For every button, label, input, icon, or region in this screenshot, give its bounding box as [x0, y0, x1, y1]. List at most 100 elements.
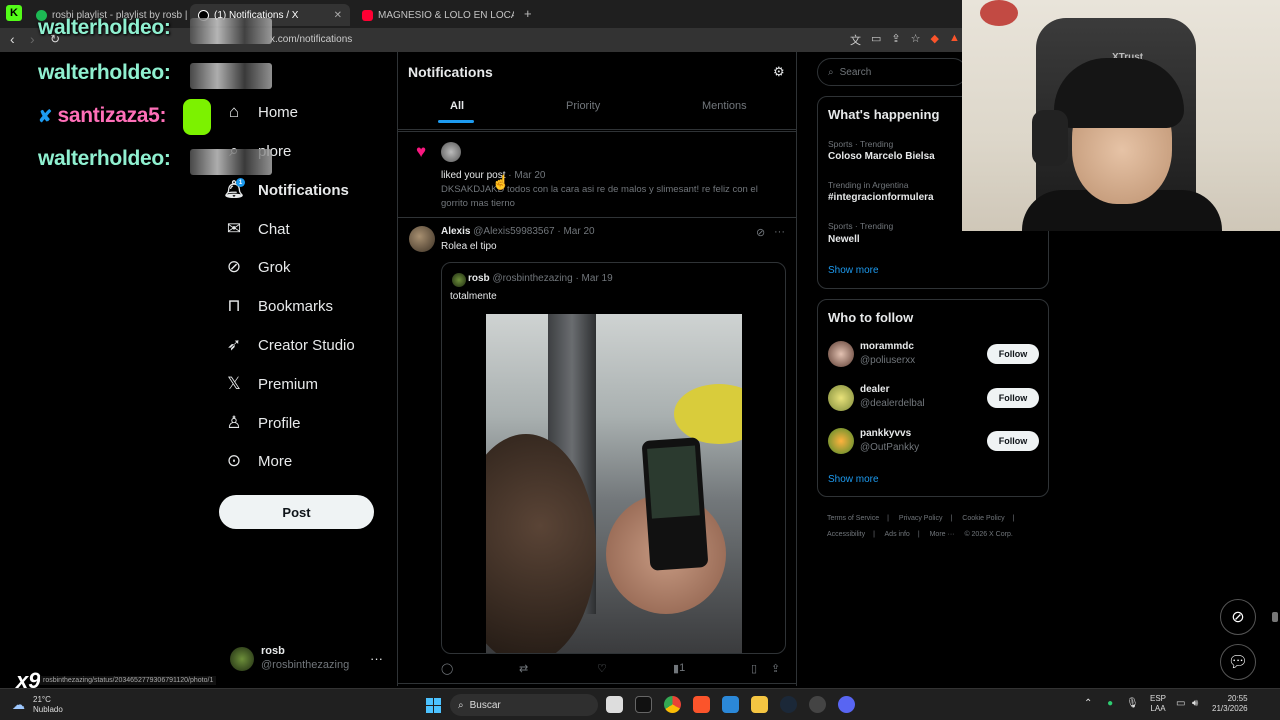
sidebar-item-chat[interactable]: ✉ Chat [224, 217, 290, 241]
avatar[interactable] [409, 226, 435, 252]
account-handle: @rosbinthezazing [261, 659, 350, 671]
app-icon[interactable] [809, 696, 826, 713]
volume-icon[interactable]: 🔊︎ [1192, 698, 1198, 709]
taskbar-search-label: Buscar [469, 699, 501, 711]
trend-item[interactable]: Coloso Marcelo Bielsa [828, 151, 935, 162]
follow-suggestion-name[interactable]: morammdc [860, 341, 914, 352]
sidebar-item-bookmarks[interactable]: ⊓ Bookmarks [224, 294, 333, 318]
steam-icon[interactable] [780, 696, 797, 713]
brave-shield-icon[interactable]: ◆ [931, 32, 939, 48]
file-app-icon[interactable] [606, 696, 623, 713]
time: 20:55 [1227, 694, 1248, 703]
sidebar-item-profile[interactable]: ♙ Profile [224, 411, 300, 435]
translate-icon[interactable]: 文 [850, 32, 861, 48]
follow-suggestion-name[interactable]: dealer [860, 384, 889, 395]
sidebar-item-label: Bookmarks [258, 297, 334, 315]
reply-icon[interactable]: ◯ [441, 662, 453, 675]
more-icon[interactable]: ··· [774, 226, 785, 238]
account-switcher[interactable]: rosb @rosbinthezazing ··· [230, 645, 390, 677]
tab-priority[interactable]: Priority [566, 100, 600, 112]
footer-link[interactable]: More ··· [930, 531, 955, 538]
browser-tab-youtube[interactable]: MAGNESIO & LOLO EN LOCAL SI [354, 4, 514, 26]
bookmark-icon[interactable]: ▯ [751, 662, 757, 675]
chat-emote-image [190, 63, 272, 89]
forward-icon[interactable]: › [30, 31, 35, 47]
hand-cursor-icon: ☝ [492, 174, 510, 190]
sidebar-item-home[interactable]: ⌂ Home [224, 100, 298, 124]
chat-fab-icon[interactable]: 💬︎ [1220, 644, 1256, 680]
back-icon[interactable]: ‹ [10, 31, 15, 47]
tab-all[interactable]: All [450, 100, 464, 112]
scrollbar[interactable] [1272, 612, 1278, 622]
show-more-link[interactable]: Show more [828, 474, 879, 485]
language-indicator[interactable]: ESP LAA [1150, 694, 1166, 714]
sidebar-item-premium[interactable]: 𝕏 Premium [224, 372, 318, 396]
avatar[interactable] [828, 385, 854, 411]
more-icon[interactable]: ··· [370, 651, 383, 666]
weather-widget[interactable]: 21°C Nublado [33, 695, 63, 715]
footer-link[interactable]: Accessibility [827, 531, 865, 538]
chrome-icon[interactable] [664, 696, 681, 713]
retweet-icon[interactable]: ⇄ [519, 662, 528, 675]
kick-app-icon[interactable]: K [6, 5, 22, 21]
footer-link[interactable]: Terms of Service [827, 515, 879, 522]
grok-fab-icon[interactable]: ⊘ [1220, 599, 1256, 635]
mic-icon[interactable]: 🎙︎ [1126, 698, 1139, 709]
epic-games-icon[interactable] [635, 696, 652, 713]
avatar[interactable] [441, 142, 461, 162]
trend-item[interactable]: Newell [828, 234, 860, 245]
grok-icon[interactable]: ⊘ [756, 226, 765, 239]
trend-item[interactable]: #integracionformulera [828, 192, 934, 203]
show-more-link[interactable]: Show more [828, 265, 879, 276]
close-tab-icon[interactable]: ✕ [334, 10, 342, 21]
windows-start-icon[interactable] [426, 698, 441, 713]
network-icon[interactable]: ▭ [1176, 698, 1185, 709]
system-tray[interactable]: ⌃ ● 🎙︎ [1084, 698, 1139, 709]
divider [398, 131, 796, 132]
clock[interactable]: 20:55 21/3/2026 [1212, 694, 1248, 714]
views-icon[interactable]: ▮ 1 [673, 662, 685, 675]
tweet-author-handle[interactable]: @Alexis59983567 [473, 226, 554, 237]
follow-suggestion-name[interactable]: pankkyvvs [860, 428, 911, 439]
youtube-icon [362, 9, 373, 21]
folder-icon[interactable] [751, 696, 768, 713]
quoted-tweet-text: totalmente [450, 291, 497, 302]
status-dot-icon[interactable]: ● [1107, 698, 1113, 709]
rocket-icon: ➶ [226, 335, 242, 354]
bookmark-star-icon[interactable]: ☆ [911, 32, 921, 48]
post-button[interactable]: Post [219, 495, 374, 529]
sidebar-item-grok[interactable]: ⊘ Grok [224, 255, 291, 279]
tweet-date[interactable]: · Mar 20 [557, 226, 594, 237]
gear-icon[interactable]: ⚙ [773, 64, 785, 80]
brave-rewards-icon[interactable]: ▲ [949, 32, 960, 48]
follow-button[interactable]: Follow [987, 388, 1039, 408]
brave-icon[interactable] [693, 696, 710, 713]
footer-link[interactable]: Ads info [885, 531, 910, 538]
tweet-photo[interactable] [486, 314, 742, 653]
avatar[interactable] [828, 428, 854, 454]
new-tab-icon[interactable]: + [524, 6, 532, 21]
cloud-icon[interactable]: ☁ [12, 697, 25, 713]
address-bar[interactable]: x.com/notifications [270, 34, 352, 45]
search-input[interactable]: ⌕ Search [817, 58, 967, 86]
sidebar-item-notifications[interactable]: 🔔︎ 1 Notifications [223, 178, 349, 202]
footer-link[interactable]: Privacy Policy [899, 515, 943, 522]
share-icon[interactable]: ⇪ [771, 662, 780, 675]
quoted-tweet[interactable]: rosb @rosbinthezazing · Mar 19 totalment… [441, 262, 786, 654]
store-icon[interactable] [722, 696, 739, 713]
tab-mentions[interactable]: Mentions [702, 100, 747, 112]
tweet-author-name[interactable]: Alexis [441, 226, 470, 237]
follow-button[interactable]: Follow [987, 431, 1039, 451]
avatar[interactable] [828, 341, 854, 367]
trend-meta: Sports · Trending [828, 221, 894, 231]
sidebar-item-creator-studio[interactable]: ➶ Creator Studio [224, 333, 355, 357]
footer-link[interactable]: Cookie Policy [962, 515, 1004, 522]
taskbar-search[interactable]: ⌕ Buscar [450, 694, 598, 716]
cast-icon[interactable]: ▭ [871, 32, 881, 48]
discord-icon[interactable] [838, 696, 855, 713]
chevron-up-icon[interactable]: ⌃ [1084, 698, 1092, 709]
share-icon[interactable]: ⇪ [891, 32, 900, 48]
like-icon[interactable]: ♡ [597, 662, 607, 675]
follow-button[interactable]: Follow [987, 344, 1039, 364]
sidebar-item-more[interactable]: ⊙ More [224, 449, 292, 473]
